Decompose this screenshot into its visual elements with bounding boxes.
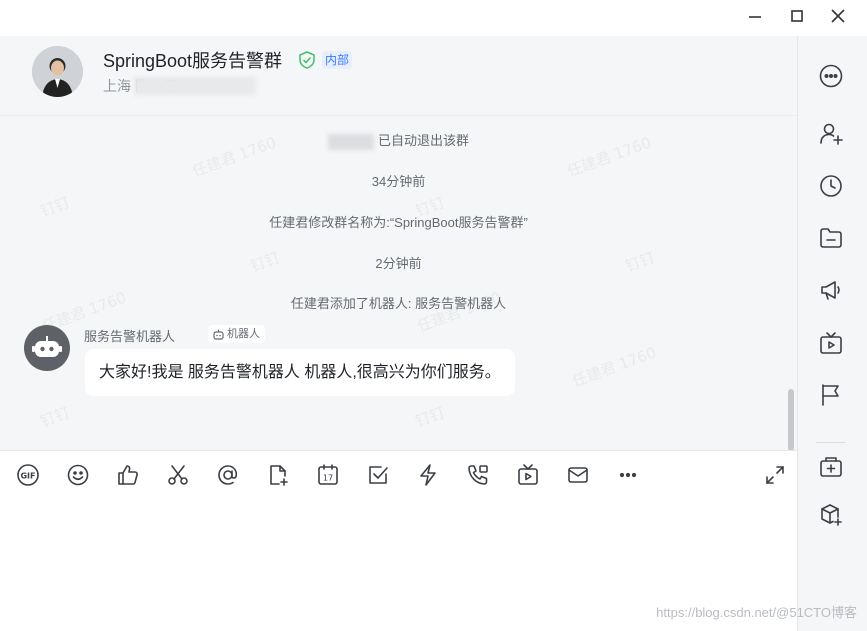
lightning-icon: [420, 464, 436, 486]
svg-text:17: 17: [323, 474, 333, 483]
add-app-icon: [820, 457, 842, 477]
add-app-button[interactable]: [818, 454, 844, 480]
bot-avatar[interactable]: [24, 325, 70, 371]
group-settings-button[interactable]: [818, 63, 844, 89]
emoji-icon: [67, 464, 89, 486]
announcement-button[interactable]: [818, 277, 844, 303]
more-tools-button[interactable]: [616, 463, 640, 487]
live-icon: [518, 464, 538, 485]
minimize-icon: [749, 16, 761, 18]
redacted-block: [134, 77, 256, 95]
calendar-button[interactable]: 17: [316, 463, 340, 487]
watermark: 任建君 1760: [569, 343, 659, 391]
task-icon: [369, 466, 388, 484]
plugin-button[interactable]: [818, 502, 844, 528]
watermark: 钉钉: [37, 403, 73, 431]
flag-icon: [822, 384, 839, 406]
expand-icon: [766, 466, 784, 484]
emoji-button[interactable]: [66, 463, 90, 487]
timestamp: 2分钟前: [375, 256, 422, 271]
system-message: 任建君添加了机器人: 服务告警机器人: [290, 296, 507, 311]
bot-badge: 机器人: [208, 325, 265, 343]
robot-small-icon: [213, 329, 224, 340]
robot-icon: [32, 336, 62, 357]
milestone-button[interactable]: [818, 382, 844, 408]
file-add-icon: [270, 465, 288, 486]
add-member-button[interactable]: [818, 121, 844, 147]
minimize-button[interactable]: [741, 4, 769, 28]
gif-button[interactable]: GIF: [16, 463, 40, 487]
folder-icon: [820, 228, 842, 248]
system-message: 已自动退出该群: [0, 130, 797, 150]
verified-shield-icon: [299, 51, 315, 69]
live-button[interactable]: [516, 463, 540, 487]
group-title: SpringBoot服务告警群: [103, 51, 283, 71]
close-icon: [831, 9, 845, 23]
plugin-icon: [821, 504, 842, 526]
add-member-icon: [820, 123, 843, 145]
thumbs-up-icon: [118, 465, 138, 485]
composer-toolbar: GIF 17: [0, 450, 797, 498]
mention-button[interactable]: [216, 463, 240, 487]
close-button[interactable]: [824, 4, 852, 28]
group-avatar[interactable]: [32, 46, 83, 97]
at-icon: [218, 465, 238, 485]
mail-button[interactable]: [566, 463, 590, 487]
live-tv-icon: [820, 332, 842, 354]
timestamp: 34分钟前: [371, 174, 426, 189]
message-list: 任建君 1760 任建君 1760 钉钉 钉钉 钉钉 钉钉 任建君 1760 任…: [0, 116, 797, 450]
redacted-name: [327, 133, 374, 150]
divider: [816, 442, 846, 443]
watermark-footer: https://blog.csdn.net/@51CTO博客: [656, 605, 857, 620]
mail-icon: [568, 467, 588, 483]
internal-badge: 内部: [322, 51, 353, 69]
maximize-button[interactable]: [783, 4, 811, 28]
more-icon: [619, 472, 637, 478]
phone-icon: [468, 465, 488, 485]
right-sidebar: [797, 36, 867, 631]
doc-button[interactable]: [266, 463, 290, 487]
expand-editor-button[interactable]: [763, 463, 787, 487]
history-button[interactable]: [818, 173, 844, 199]
message-bubble[interactable]: 大家好!我是 服务告警机器人 机器人,很高兴为你们服务。: [85, 349, 515, 396]
more-icon: [819, 64, 843, 88]
call-button[interactable]: [466, 463, 490, 487]
files-button[interactable]: [818, 225, 844, 251]
gif-icon: GIF: [17, 464, 39, 486]
maximize-icon: [791, 10, 803, 22]
scissors-icon: [168, 465, 188, 485]
live-room-button[interactable]: [818, 330, 844, 356]
watermark: 钉钉: [412, 403, 448, 431]
scrollbar[interactable]: [788, 389, 794, 450]
system-message: 任建君修改群名称为:“SpringBoot服务告警群”: [269, 215, 528, 230]
announcement-icon: [821, 281, 840, 300]
history-icon: [820, 175, 842, 197]
chat-header: SpringBoot服务告警群 内部 上海 限公司: [0, 36, 797, 116]
svg-text:GIF: GIF: [20, 472, 35, 481]
sender-name[interactable]: 服务告警机器人: [84, 326, 175, 345]
like-button[interactable]: [116, 463, 140, 487]
screenshot-button[interactable]: [166, 463, 190, 487]
calendar-icon: 17: [318, 464, 338, 485]
window-titlebar: [0, 0, 867, 36]
ding-button[interactable]: [416, 463, 440, 487]
task-button[interactable]: [366, 463, 390, 487]
